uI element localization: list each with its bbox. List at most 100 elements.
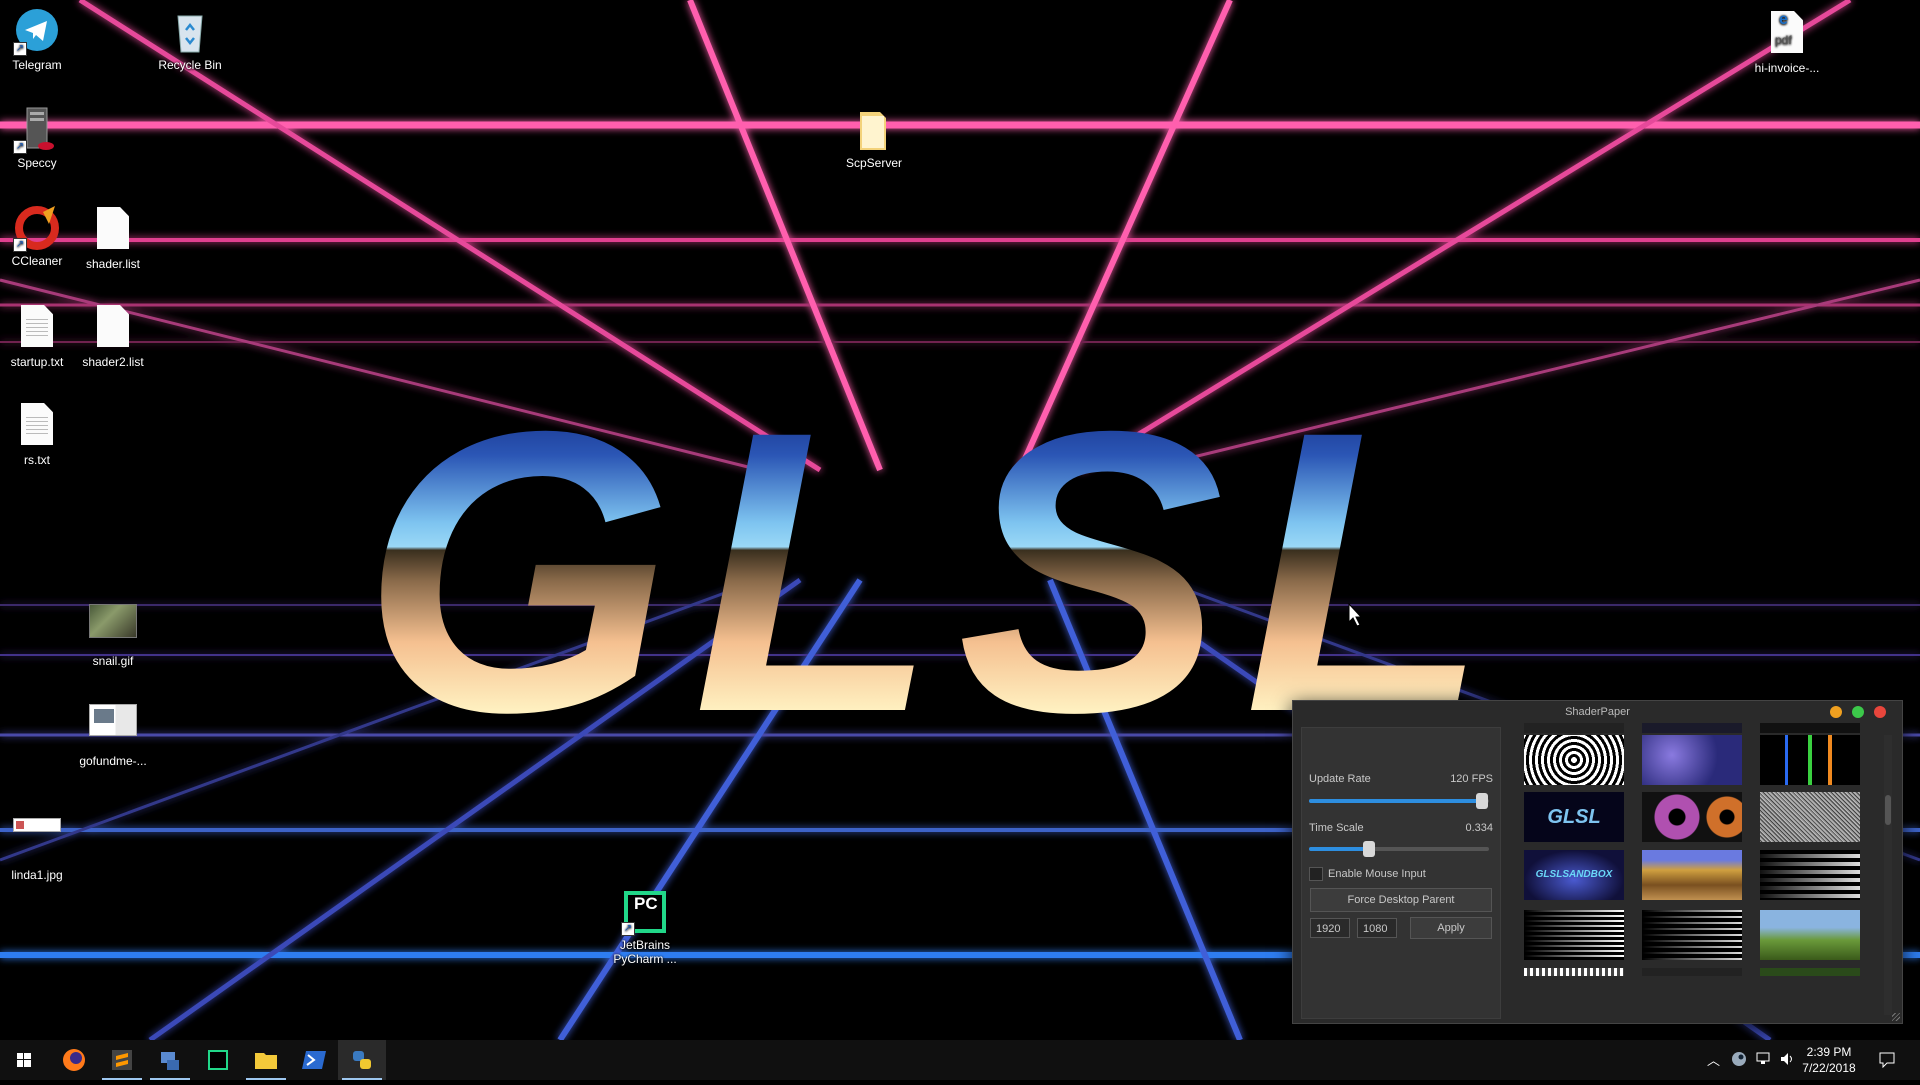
taskbar-sublime-text[interactable] <box>98 1040 146 1080</box>
shader-thumbnail[interactable] <box>1524 723 1624 733</box>
clock-date: 7/22/2018 <box>1802 1061 1856 1075</box>
shader-thumbnail[interactable] <box>1524 968 1624 976</box>
shader-thumbnail-desert[interactable] <box>1642 850 1742 900</box>
update-rate-slider[interactable] <box>1309 793 1489 809</box>
taskbar-pycharm[interactable] <box>194 1040 242 1080</box>
ccleaner-icon: ↗ <box>13 204 61 252</box>
shortcut-arrow-icon: ↗ <box>621 922 635 936</box>
action-center-icon[interactable] <box>1879 1052 1895 1068</box>
file-icon <box>89 207 137 255</box>
file-explorer-icon <box>255 1053 277 1069</box>
shaderpaper-window: ShaderPaper Update Rate 120 FPS Time Sca… <box>1292 700 1903 1024</box>
desktop-icon-pycharm[interactable]: PC ↗ JetBrains PyCharm ... <box>600 888 690 966</box>
desktop-icon-label: Telegram <box>12 58 62 72</box>
maximize-button[interactable] <box>1852 706 1864 718</box>
shader-thumbnail-gears[interactable] <box>1642 792 1742 842</box>
taskbar-python-app[interactable] <box>338 1040 386 1080</box>
speccy-icon: ↗ <box>13 106 61 154</box>
desktop-icon-scpserver[interactable]: ScpServer <box>829 106 919 170</box>
time-scale-value: 0.334 <box>1465 822 1493 834</box>
width-input[interactable]: 1920 <box>1310 918 1350 938</box>
recycle-bin-icon <box>166 8 214 56</box>
time-scale-label: Time Scale <box>1309 822 1364 834</box>
taskbar-clock[interactable]: 2:39 PM 7/22/2018 <box>1794 1044 1864 1076</box>
apply-button[interactable]: Apply <box>1410 917 1492 939</box>
desktop-icon-rs-txt[interactable]: rs.txt <box>0 400 82 467</box>
settings-panel: Update Rate 120 FPS Time Scale 0.334 Ena… <box>1301 727 1501 1019</box>
taskbar-firefox[interactable] <box>50 1040 98 1080</box>
text-file-icon <box>13 403 61 451</box>
close-button[interactable] <box>1874 706 1886 718</box>
taskbar-powershell[interactable] <box>290 1040 338 1080</box>
shader-thumbnail-glslsandbox[interactable]: GLSLSANDBOX <box>1524 850 1624 900</box>
taskbar: ︿ 2:39 PM 7/22/2018 <box>0 1040 1920 1080</box>
network-tool-icon <box>161 1052 179 1070</box>
height-input[interactable]: 1080 <box>1357 918 1397 938</box>
firefox-icon <box>63 1049 85 1071</box>
folder-icon <box>850 106 898 154</box>
shader-thumbnail-noise[interactable] <box>1760 792 1860 842</box>
start-button[interactable] <box>0 1040 48 1080</box>
shortcut-arrow-icon: ↗ <box>13 42 27 56</box>
pycharm-icon <box>208 1050 228 1070</box>
window-title: ShaderPaper <box>1565 706 1630 718</box>
sublime-text-icon <box>112 1050 132 1070</box>
desktop-icon-shader2-list[interactable]: shader2.list <box>68 302 158 369</box>
taskbar-file-explorer[interactable] <box>242 1040 290 1080</box>
desktop-icon-hi-invoice[interactable]: e pdf hi-invoice-... <box>1742 8 1832 75</box>
shader-thumbnail-glsl[interactable]: GLSL <box>1524 792 1624 842</box>
desktop-icon-recycle-bin[interactable]: Recycle Bin <box>145 8 235 72</box>
shader-thumbnail-gradient-bars[interactable] <box>1760 850 1860 900</box>
desktop-icon-label: rs.txt <box>24 453 50 467</box>
desktop-icon-telegram[interactable]: ↗ Telegram <box>0 8 82 72</box>
scrollbar-thumb[interactable] <box>1885 795 1891 825</box>
shader-thumbnail-spiral[interactable] <box>1524 735 1624 785</box>
desktop-icon-shader-list[interactable]: shader.list <box>68 204 158 271</box>
shader-thumbnail-stripes-1[interactable] <box>1524 910 1624 960</box>
time-scale-slider[interactable] <box>1309 841 1489 857</box>
shader-thumbnail-stripes-2[interactable] <box>1642 910 1742 960</box>
update-rate-value: 120 FPS <box>1450 773 1493 785</box>
thumbnail-scrollbar[interactable] <box>1884 735 1892 1015</box>
shader-thumbnail-cubes[interactable] <box>1642 735 1742 785</box>
shader-thumbnail-bars[interactable] <box>1760 735 1860 785</box>
image-thumbnail-icon <box>89 604 137 652</box>
desktop-icon-label: hi-invoice-... <box>1754 61 1820 75</box>
mouse-input-label: Enable Mouse Input <box>1328 868 1426 880</box>
pycharm-icon: PC ↗ <box>621 888 669 936</box>
telegram-icon: ↗ <box>13 8 61 56</box>
image-thumbnail-icon <box>89 704 137 752</box>
desktop-icon-label: snail.gif <box>92 654 134 668</box>
desktop-icon-speccy[interactable]: ↗ Speccy <box>0 106 82 170</box>
edge-pdf-icon: e pdf <box>1763 11 1811 59</box>
shader-thumbnail[interactable] <box>1642 723 1742 733</box>
clock-time: 2:39 PM <box>1806 1045 1852 1059</box>
shader-thumbnail[interactable] <box>1642 968 1742 976</box>
shader-thumbnail-hills[interactable] <box>1760 910 1860 960</box>
force-desktop-parent-button[interactable]: Force Desktop Parent <box>1310 888 1492 912</box>
desktop-icon-linda1-jpg[interactable]: linda1.jpg <box>0 792 82 882</box>
pdf-badge: pdf <box>1775 33 1792 47</box>
desktop-icon-label: JetBrains PyCharm ... <box>613 938 677 966</box>
shader-thumbnail[interactable] <box>1760 968 1860 976</box>
network-tray-icon[interactable] <box>1756 1052 1772 1066</box>
mouse-input-checkbox[interactable] <box>1309 867 1323 881</box>
resize-grip-icon[interactable] <box>1892 1013 1900 1021</box>
window-titlebar[interactable]: ShaderPaper <box>1293 701 1902 723</box>
minimize-button[interactable] <box>1830 706 1842 718</box>
steam-tray-icon[interactable] <box>1731 1051 1747 1067</box>
desktop-icon-label: shader2.list <box>82 355 144 369</box>
image-thumbnail-icon <box>13 818 61 866</box>
windows-logo-icon <box>17 1053 31 1067</box>
shortcut-arrow-icon: ↗ <box>13 238 27 252</box>
tray-overflow-chevron-icon[interactable]: ︿ <box>1707 1050 1720 1069</box>
desktop-icon-label: linda1.jpg <box>11 868 63 882</box>
desktop-icon-label: gofundme-... <box>79 754 147 768</box>
shader-thumbnail[interactable] <box>1760 723 1860 733</box>
taskbar-network-tool[interactable] <box>146 1040 194 1080</box>
desktop-icon-label: Recycle Bin <box>158 58 222 72</box>
pycharm-badge: PC <box>634 894 658 913</box>
desktop-icon-gofundme[interactable]: gofundme-... <box>68 694 158 768</box>
desktop-icon-snail-gif[interactable]: snail.gif <box>68 596 158 668</box>
python-app-icon <box>353 1051 371 1069</box>
